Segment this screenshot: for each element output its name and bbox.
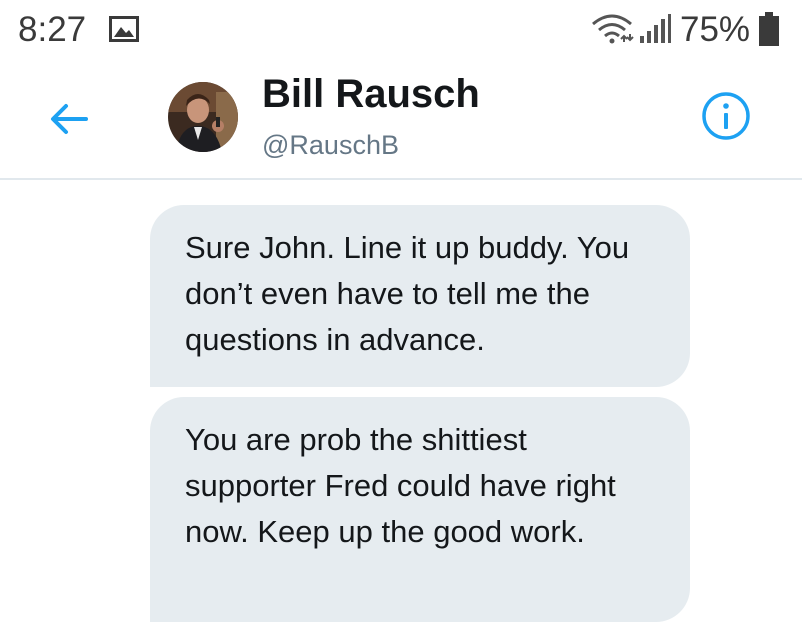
battery-percentage: 75% — [680, 10, 751, 49]
contact-name: Bill Rausch — [262, 72, 480, 116]
status-bar: 8:27 75% — [0, 0, 802, 62]
status-time: 8:27 — [18, 10, 87, 49]
message-bubble[interactable]: Sure John. Line it up buddy. You don’t e… — [150, 205, 690, 387]
battery-icon — [759, 12, 779, 46]
avatar[interactable] — [168, 82, 238, 152]
wifi-icon — [592, 14, 634, 44]
conversation-header: Bill Rausch @RauschB — [0, 62, 802, 180]
contact-handle: @RauschB — [262, 130, 399, 160]
message-bubble[interactable]: You are prob the shittiest supporter Fre… — [150, 397, 690, 622]
signal-icon — [640, 14, 671, 43]
info-icon[interactable] — [700, 90, 752, 142]
gallery-icon — [109, 16, 139, 42]
back-arrow-icon[interactable] — [46, 96, 92, 142]
